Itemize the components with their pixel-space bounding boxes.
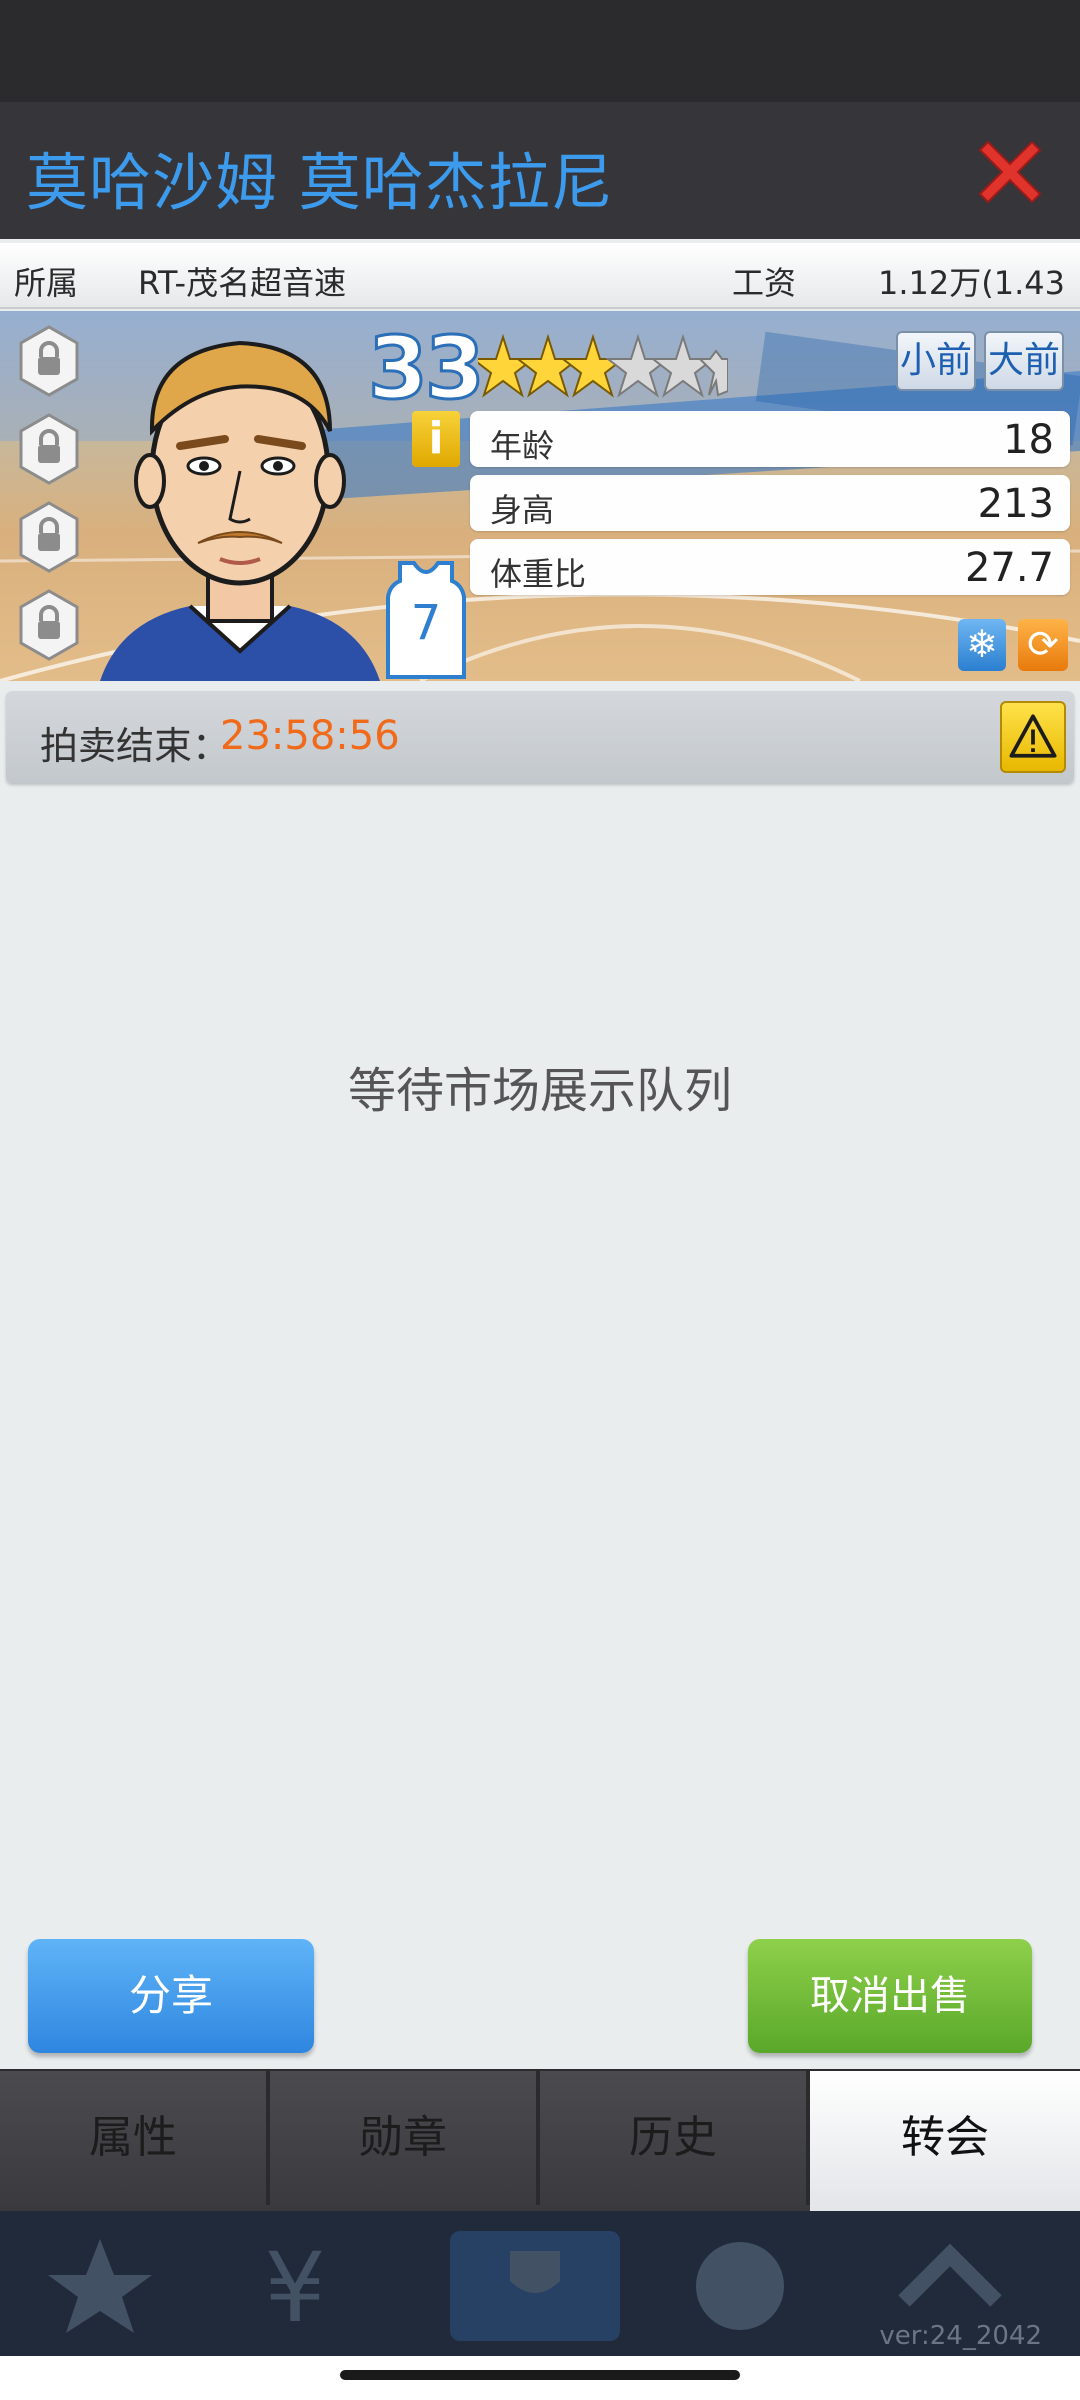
star-nav-icon[interactable] <box>40 2231 160 2341</box>
player-avatar <box>100 340 380 681</box>
lock-slot-icon[interactable] <box>18 589 80 661</box>
home-indicator[interactable] <box>340 2370 740 2380</box>
tab-transfer[interactable]: 转会 <box>810 2071 1080 2211</box>
bottom-nav: ¥ ver:24_2042 <box>0 2211 1080 2356</box>
lock-slot-icon[interactable] <box>18 413 80 485</box>
stat-row-height: 身高 213 <box>470 475 1070 531</box>
tab-bar: 属性 勋章 历史 转会 <box>0 2071 1080 2211</box>
jersey-icon: 7 <box>386 561 466 679</box>
position-badge-pf[interactable]: 大前 <box>984 331 1064 391</box>
trophy-nav-icon[interactable] <box>440 2231 630 2341</box>
auction-bar: 拍卖结束： 23:58:56 <box>6 691 1074 783</box>
stat-label: 身高 <box>490 491 555 529</box>
stat-row-weight-ratio: 体重比 27.7 <box>470 539 1070 595</box>
svg-text:¥: ¥ <box>264 2232 325 2341</box>
stat-value: 27.7 <box>964 545 1054 591</box>
star-rating <box>478 333 728 398</box>
status-bar <box>0 0 1080 102</box>
player-rating: 33 <box>367 318 487 421</box>
close-icon[interactable] <box>970 132 1050 212</box>
refresh-icon[interactable]: ⟳ <box>1018 619 1068 671</box>
player-name: 莫哈沙姆 莫哈杰拉尼 <box>26 146 614 219</box>
tab-attributes[interactable]: 属性 <box>0 2071 270 2205</box>
stat-value: 18 <box>1003 417 1054 463</box>
stat-label: 体重比 <box>490 555 587 593</box>
title-bar: 莫哈沙姆 莫哈杰拉尼 <box>0 102 1080 239</box>
position-badge-sf[interactable]: 小前 <box>896 331 976 391</box>
share-button[interactable]: 分享 <box>28 1939 314 2053</box>
lock-slot-icon[interactable] <box>18 325 80 397</box>
player-card: 33 小前 大前 i 年龄 18 身高 213 体重比 27.7 7 ❄ ⟳ <box>0 311 1080 681</box>
lock-slot-icon[interactable] <box>18 501 80 573</box>
ball-nav-icon[interactable] <box>680 2231 800 2341</box>
info-icon[interactable]: i <box>412 411 460 467</box>
freeze-icon[interactable]: ❄ <box>958 619 1006 671</box>
yen-nav-icon[interactable]: ¥ <box>235 2231 355 2341</box>
tab-medals[interactable]: 勋章 <box>270 2071 540 2205</box>
version-label: ver:24_2042 <box>879 2321 1042 2351</box>
stat-label: 年龄 <box>490 427 555 465</box>
auction-countdown: 23:58:56 <box>220 713 400 759</box>
home-area <box>0 2356 1080 2400</box>
team-salary-row: 所属 RT-茂名超音速 工资 1.12万(1.43万) <box>0 243 1080 348</box>
team-value: RT-茂名超音速 <box>138 264 347 302</box>
jersey-number: 7 <box>410 595 442 651</box>
waiting-queue-text: 等待市场展示队列 <box>347 1063 732 1119</box>
auction-end-label: 拍卖结束： <box>40 724 231 768</box>
stat-value: 213 <box>977 481 1054 527</box>
team-label: 所属 <box>14 264 79 302</box>
cancel-sale-button[interactable]: 取消出售 <box>748 1939 1032 2053</box>
salary-label: 工资 <box>732 264 797 302</box>
tab-history[interactable]: 历史 <box>540 2071 810 2205</box>
stat-row-age: 年龄 18 <box>470 411 1070 467</box>
warning-icon[interactable] <box>1000 701 1066 773</box>
player-panel: 所属 RT-茂名超音速 工资 1.12万(1.43万) <box>0 239 1080 2069</box>
